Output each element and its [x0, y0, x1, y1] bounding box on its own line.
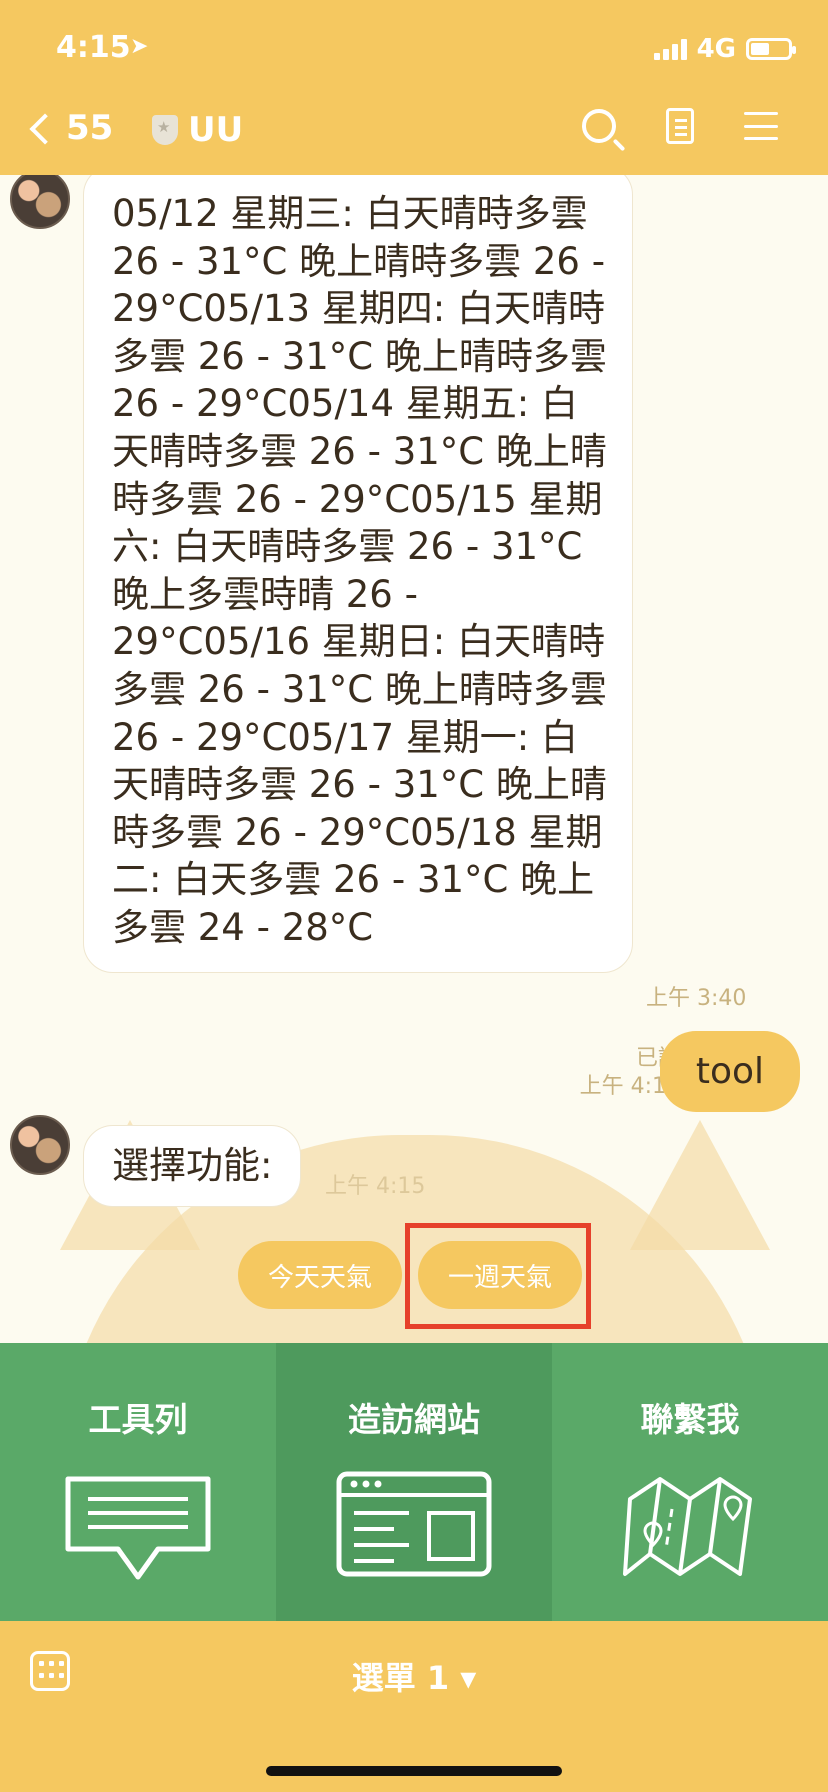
message-bubble: 05/12 星期三: 白天晴時多雲 26 - 31°C 晚上晴時多雲 26 - …: [83, 175, 633, 973]
chevron-left-icon: [29, 113, 61, 145]
rich-menu-label: 工具列: [88, 1400, 188, 1439]
avatar[interactable]: [10, 1115, 70, 1175]
message-time: 上午 4:15: [325, 1174, 426, 1199]
top-bar: 4:15 ➤ 4G 55 UU: [0, 0, 828, 175]
rich-menu-contact-me[interactable]: 聯繫我: [552, 1343, 828, 1621]
rich-menu-visit-website[interactable]: 造訪網站: [276, 1343, 552, 1621]
home-indicator: [266, 1766, 562, 1776]
status-time: 4:15: [56, 30, 131, 65]
message-bubble: 選擇功能:: [83, 1125, 302, 1207]
status-indicators: 4G: [653, 34, 796, 64]
battery-icon: [746, 38, 796, 60]
network-type: 4G: [696, 34, 736, 64]
menu-icon[interactable]: [744, 112, 778, 140]
rich-menu-label: 聯繫我: [640, 1400, 740, 1439]
avatar[interactable]: [10, 175, 70, 229]
message-time: 上午 3:40: [646, 986, 747, 1011]
rich-menu: 工具列 造訪網站 聯繫我: [0, 1343, 828, 1621]
chat-title: UU: [152, 110, 243, 150]
rich-menu-toolbar[interactable]: 工具列: [0, 1343, 276, 1621]
chat-title-text: UU: [188, 110, 244, 150]
notes-icon[interactable]: [666, 108, 694, 144]
signal-icon: [653, 38, 687, 60]
shield-icon: [152, 115, 178, 145]
header-actions: [582, 108, 778, 144]
chat-bubble-icon: [65, 1476, 211, 1580]
search-icon[interactable]: [582, 109, 616, 143]
unread-count: 55: [66, 108, 114, 148]
location-arrow-icon: ➤: [130, 34, 149, 59]
back-button[interactable]: 55: [29, 108, 114, 148]
chat-area[interactable]: 05/12 星期三: 白天晴時多雲 26 - 31°C 晚上晴時多雲 26 - …: [0, 175, 828, 1343]
highlight-box: [405, 1223, 591, 1329]
sent-message-bubble: tool: [659, 1031, 800, 1112]
menu-selector[interactable]: 選單 1 ▾: [0, 1653, 828, 1699]
quick-reply-today-weather[interactable]: 今天天氣: [238, 1241, 402, 1309]
rich-menu-label: 造訪網站: [348, 1400, 480, 1439]
browser-window-icon: [336, 1471, 492, 1577]
map-icon: [623, 1477, 752, 1576]
